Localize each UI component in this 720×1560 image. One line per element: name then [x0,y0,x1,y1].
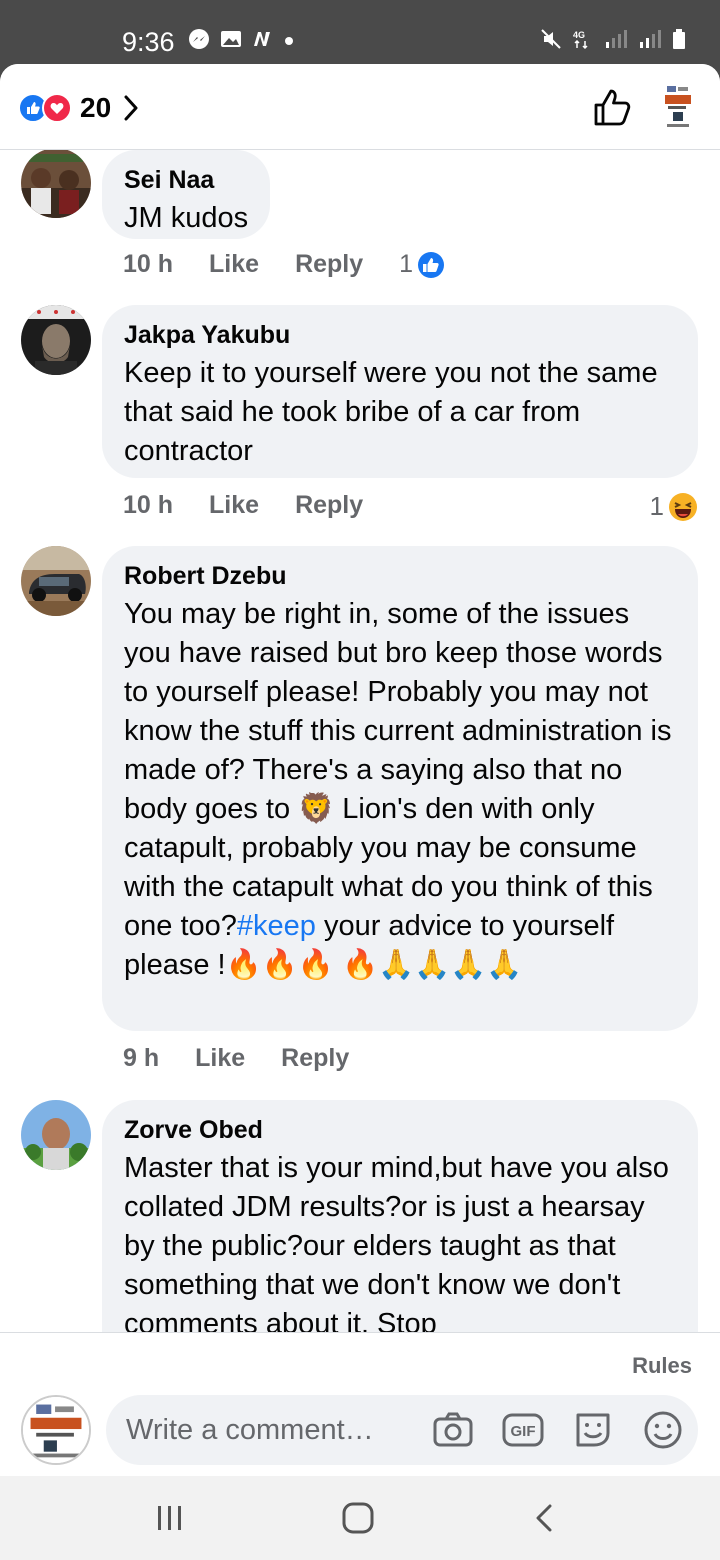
more-notifications-dot-icon [285,37,293,45]
comment-time[interactable]: 10 h [123,250,173,279]
home-icon[interactable] [338,1500,378,1536]
recent-apps-icon[interactable] [150,1500,190,1536]
signal-1-icon [606,30,627,48]
comment-reactions[interactable]: 1 [650,491,698,522]
my-avatar[interactable] [21,1395,91,1465]
4g-icon: 4G [573,30,588,50]
comment-time[interactable]: 10 h [123,491,173,520]
commenter-avatar[interactable] [21,1100,91,1170]
comment-bubble[interactable]: Robert Dzebu You may be right in, some o… [102,546,698,1031]
gif-icon[interactable]: GIF [502,1409,544,1451]
gallery-notification-icon [221,31,241,47]
comment-text-body: You may be right in, some of the issues … [124,598,672,942]
back-icon[interactable] [526,1500,566,1536]
reply-comment-button[interactable]: Reply [281,1044,349,1073]
battery-icon [673,29,685,49]
comment-bubble[interactable]: Zorve Obed Master that is your mind,but … [102,1100,698,1332]
status-system-icons: 4G [540,28,686,50]
comment-actions: 9 h Like Reply [123,1044,385,1073]
comment-author[interactable]: Jakpa Yakubu [124,319,676,351]
comment-list[interactable]: Sei Naa JM kudos 10 h Like Reply 1 Jakpa… [0,150,720,1332]
messenger-notification-icon [189,29,209,49]
comment-text: Master that is your mind,but have you al… [124,1152,669,1332]
haha-icon [669,492,697,521]
reactions-summary[interactable]: 20 [18,92,139,124]
love-reaction-icon [42,93,72,123]
comment-author[interactable]: Sei Naa [124,164,248,196]
like-icon[interactable] [417,251,445,279]
reply-comment-button[interactable]: Reply [295,491,363,520]
comment-text: JM kudos [124,202,249,234]
svg-text:4G: 4G [573,30,585,40]
commenter-avatar[interactable] [21,546,91,616]
reactions-header: 20 [0,64,720,150]
hashtag-link[interactable]: #keep [237,910,316,942]
chevron-right-icon [124,95,138,121]
like-comment-button[interactable]: Like [209,250,259,279]
svg-text:GIF: GIF [511,1423,536,1440]
reply-comment-button[interactable]: Reply [295,250,363,279]
android-navigation-bar [0,1476,720,1560]
comment-input-container[interactable]: GIF [106,1395,698,1465]
like-post-icon[interactable] [592,88,632,128]
mute-icon [541,29,561,49]
comment-author[interactable]: Robert Dzebu [124,560,676,592]
comment-bubble[interactable]: Jakpa Yakubu Keep it to yourself were yo… [102,305,698,478]
comment-text: Keep it to yourself were you not the sam… [124,357,658,467]
emoji-icon[interactable] [642,1409,684,1451]
post-thumbnail[interactable] [664,84,692,132]
rules-link[interactable]: Rules [632,1353,692,1379]
commenter-avatar[interactable] [21,150,91,218]
like-comment-button[interactable]: Like [209,491,259,520]
reaction-count: 20 [80,92,112,123]
sticker-icon[interactable] [572,1409,614,1451]
comment-reaction-count[interactable]: 1 [399,250,413,279]
status-time: 9:36 [122,27,175,57]
comment-author[interactable]: Zorve Obed [124,1114,676,1146]
like-comment-button[interactable]: Like [195,1044,245,1073]
comment-actions: 10 h Like Reply [123,491,399,520]
comment-bubble[interactable]: Sei Naa JM kudos [102,150,271,239]
comment-composer-bar: Rules GIF [0,1332,720,1476]
camera-icon[interactable] [432,1409,474,1451]
commenter-avatar[interactable] [21,305,91,375]
comment-reaction-count: 1 [649,491,664,521]
status-notification-icons [188,28,294,50]
comment-actions: 10 h Like Reply 1 [123,250,445,279]
comment-time[interactable]: 9 h [123,1044,159,1073]
signal-2-icon [640,30,661,48]
news-notification-icon [254,32,270,46]
status-bar: 9:36 4G [0,0,720,72]
comments-sheet: 20 Sei Naa JM kudos 10 h Like Reply 1 Ja… [0,64,720,1476]
comment-text: You may be right in, some of the issues … [124,595,676,985]
comment-input[interactable] [126,1395,416,1465]
